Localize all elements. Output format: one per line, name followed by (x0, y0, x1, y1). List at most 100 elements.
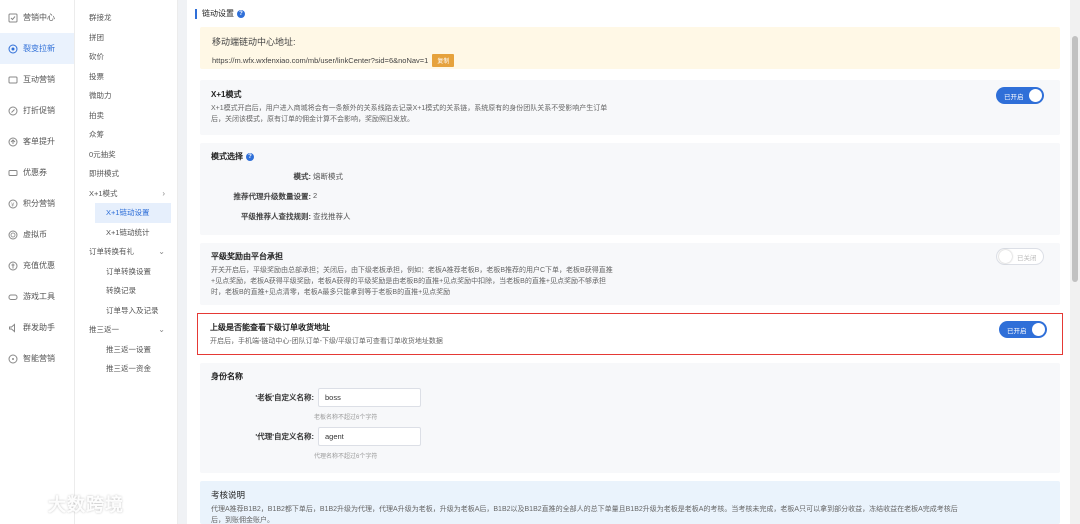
url-title: 移动端链动中心地址: (212, 37, 296, 47)
sidebar-item-label: 客单提升 (23, 137, 55, 146)
main-sidebar: 营销中心 裂变拉新 互动营销 打折促销 客单提升 优惠券 ¥ 积分营销 虚拟币 … (0, 0, 75, 524)
broadcast-icon (7, 322, 18, 333)
peer-reward-desc-2: +见点奖励，老板A获得平级奖励，老板A获得的平级奖励是由老板B的直推+见点奖励中… (211, 278, 606, 285)
sidebar-item-fission[interactable]: 裂变拉新 (0, 33, 74, 64)
sub-item-pintuan[interactable]: 拼团 (75, 28, 177, 48)
coupon-icon (7, 167, 18, 178)
sub-item-order-convert-settings[interactable]: 订单转换设置 (75, 262, 177, 282)
upper-view-toggle[interactable]: 已开启 (999, 321, 1047, 338)
identity-title: 身份名称 (211, 372, 243, 381)
sub-item-assist[interactable]: 微助力 (75, 86, 177, 106)
sidebar-item-virtual-coin[interactable]: 虚拟币 (0, 219, 74, 250)
chevron-down-icon: ⌄ (158, 247, 165, 257)
upper-view-title: 上级是否能查看下级订单收货地址 (210, 323, 330, 332)
x1-mode-desc-2: 后，关闭该模式，原有订单的佣金计算不会影响，奖励照旧发放。 (211, 116, 414, 123)
sub-item-convert-records[interactable]: 转换记录 (75, 281, 177, 301)
upper-view-desc: 开启后，手机端-链动中心-团队订单-下级/平级订单可查看订单收货地址数据 (210, 338, 443, 345)
rule-key: 平级推荐人查找规则: (241, 212, 311, 221)
agent-hint: 代理名称不超过6个字符 (314, 454, 378, 460)
sidebar-item-label: 游戏工具 (23, 292, 55, 301)
sub-group-x1[interactable]: X+1模式 › (75, 184, 177, 204)
sidebar-item-coupon[interactable]: 优惠券 (0, 157, 74, 188)
sidebar-item-game-tool[interactable]: 游戏工具 (0, 281, 74, 312)
discount-icon (7, 105, 18, 116)
x1-mode-card: X+1模式 X+1模式开启后，用户进入商城将会有一条额外的关系线路去记录X+1模… (200, 80, 1060, 135)
sidebar-item-label: 打折促销 (23, 106, 55, 115)
sub-item-auction[interactable]: 拍卖 (75, 106, 177, 126)
game-tool-icon (7, 291, 18, 302)
smart-marketing-icon (7, 353, 18, 364)
sub-item-order-import[interactable]: 订单导入及记录 (75, 301, 177, 321)
sidebar-item-points[interactable]: ¥ 积分营销 (0, 188, 74, 219)
sidebar-item-label: 裂变拉新 (23, 44, 55, 53)
sub-item-group-buy[interactable]: 群接龙 (75, 8, 177, 28)
mode-row: 模式: 熔断模式 (211, 171, 1049, 182)
toggle-knob (1032, 323, 1045, 336)
x1-mode-toggle[interactable]: 已开启 (996, 87, 1044, 104)
peer-reward-toggle[interactable]: 已关闭 (996, 248, 1044, 265)
sidebar-item-broadcast[interactable]: 群发助手 (0, 312, 74, 343)
scrollbar[interactable] (1070, 0, 1080, 524)
exam-desc-2: 后，到账佣金账户。 (211, 517, 274, 524)
sidebar-item-smart-marketing[interactable]: 智能营销 (0, 343, 74, 374)
sub-item-x1-stats[interactable]: X+1链动统计 (75, 223, 177, 243)
mode-select-title-text: 模式选择 (211, 152, 243, 161)
sub-sidebar: 群接龙 拼团 砍价 投票 微助力 拍卖 众筹 0元抽奖 即拼模式 X+1模式 ›… (75, 0, 178, 524)
toggle-label: 已开启 (1004, 93, 1024, 101)
sub-group-push-three[interactable]: 推三返一 ⌄ (75, 320, 177, 340)
page-title-text: 链动设置 (202, 9, 234, 18)
sidebar-item-order-up[interactable]: 客单提升 (0, 126, 74, 157)
upgrade-row: 推荐代理升级数量设置: 2 (211, 191, 1049, 202)
exam-card: 考核说明 代理A推荐B1B2，B1B2都下单后，B1B2升级为代理，代理A升级为… (200, 481, 1060, 524)
sub-group-order-label: 订单转换有礼 (89, 247, 134, 257)
mode-value: 熔断模式 (313, 172, 343, 181)
upgrade-value: 2 (313, 191, 318, 200)
mode-select-title: 模式选择 ? (211, 151, 1049, 162)
sidebar-item-label: 充值优惠 (23, 261, 55, 270)
points-icon: ¥ (7, 198, 18, 209)
sidebar-item-label: 智能营销 (23, 354, 55, 363)
agent-name-input[interactable]: agent (318, 427, 421, 446)
help-icon[interactable]: ? (246, 152, 254, 161)
marketing-center-icon (7, 12, 18, 23)
sub-item-crowdfund[interactable]: 众筹 (75, 125, 177, 145)
sidebar-item-label: 虚拟币 (23, 230, 47, 239)
peer-reward-card: 平级奖励由平台承担 开关开启后，平级奖励由总部承担；关闭后，由下级老板承担，例如… (200, 243, 1060, 305)
mode-key: 模式: (293, 172, 312, 181)
sidebar-item-interactive[interactable]: 互动营销 (0, 64, 74, 95)
sub-group-x1-label: X+1模式 (89, 188, 118, 198)
sub-group-order-convert[interactable]: 订单转换有礼 ⌄ (75, 242, 177, 262)
peer-reward-desc-1: 开关开启后，平级奖励由总部承担；关闭后，由下级老板承担，例如：老板A推荐老板B，… (211, 267, 613, 274)
identity-card: 身份名称 '老板'自定义名称: boss 老板名称不超过6个字符 '代理'自定义… (200, 363, 1060, 473)
watermark-logo-icon (11, 497, 45, 511)
virtual-coin-icon (7, 229, 18, 240)
sub-item-instant-group[interactable]: 即拼模式 (75, 164, 177, 184)
scroll-thumb[interactable] (1072, 36, 1078, 282)
exam-desc-1: 代理A推荐B1B2，B1B2都下单后，B1B2升级为代理，代理A升级为老板，升级… (211, 506, 958, 513)
upgrade-key: 推荐代理升级数量设置: (233, 192, 312, 201)
mode-select-card: 模式选择 ? 模式: 熔断模式 推荐代理升级数量设置: 2 平级推荐人查找规则:… (200, 143, 1060, 235)
sub-item-vote[interactable]: 投票 (75, 67, 177, 87)
toggle-knob (999, 250, 1012, 263)
help-icon[interactable]: ? (237, 10, 245, 18)
sidebar-item-label: 积分营销 (23, 199, 55, 208)
page-title: 链动设置 ? (195, 9, 245, 19)
boss-label: '老板'自定义名称: (255, 393, 314, 402)
sub-item-bargain[interactable]: 砍价 (75, 47, 177, 67)
peer-reward-title: 平级奖励由平台承担 (211, 252, 283, 261)
copy-button[interactable]: 复制 (432, 54, 455, 67)
sub-item-push-settings[interactable]: 推三返一设置 (75, 340, 177, 360)
sidebar-item-recharge[interactable]: 充值优惠 (0, 250, 74, 281)
watermark: 大数跨境 (8, 491, 124, 517)
upper-view-card: 上级是否能查看下级订单收货地址 开启后，手机端-链动中心-团队订单-下级/平级订… (197, 313, 1063, 355)
boss-name-input[interactable]: boss (318, 388, 421, 407)
x1-mode-title: X+1模式 (211, 90, 242, 99)
boss-hint: 老板名称不超过6个字符 (314, 415, 378, 421)
sidebar-item-discount[interactable]: 打折促销 (0, 95, 74, 126)
sub-item-free-lottery[interactable]: 0元抽奖 (75, 145, 177, 165)
sub-item-x1-settings[interactable]: X+1链动设置 (95, 203, 171, 223)
sidebar-item-marketing-center[interactable]: 营销中心 (0, 2, 74, 33)
sidebar-item-label: 优惠券 (23, 168, 47, 177)
interactive-icon (7, 74, 18, 85)
sub-item-push-funds[interactable]: 推三返一资金 (75, 359, 177, 379)
